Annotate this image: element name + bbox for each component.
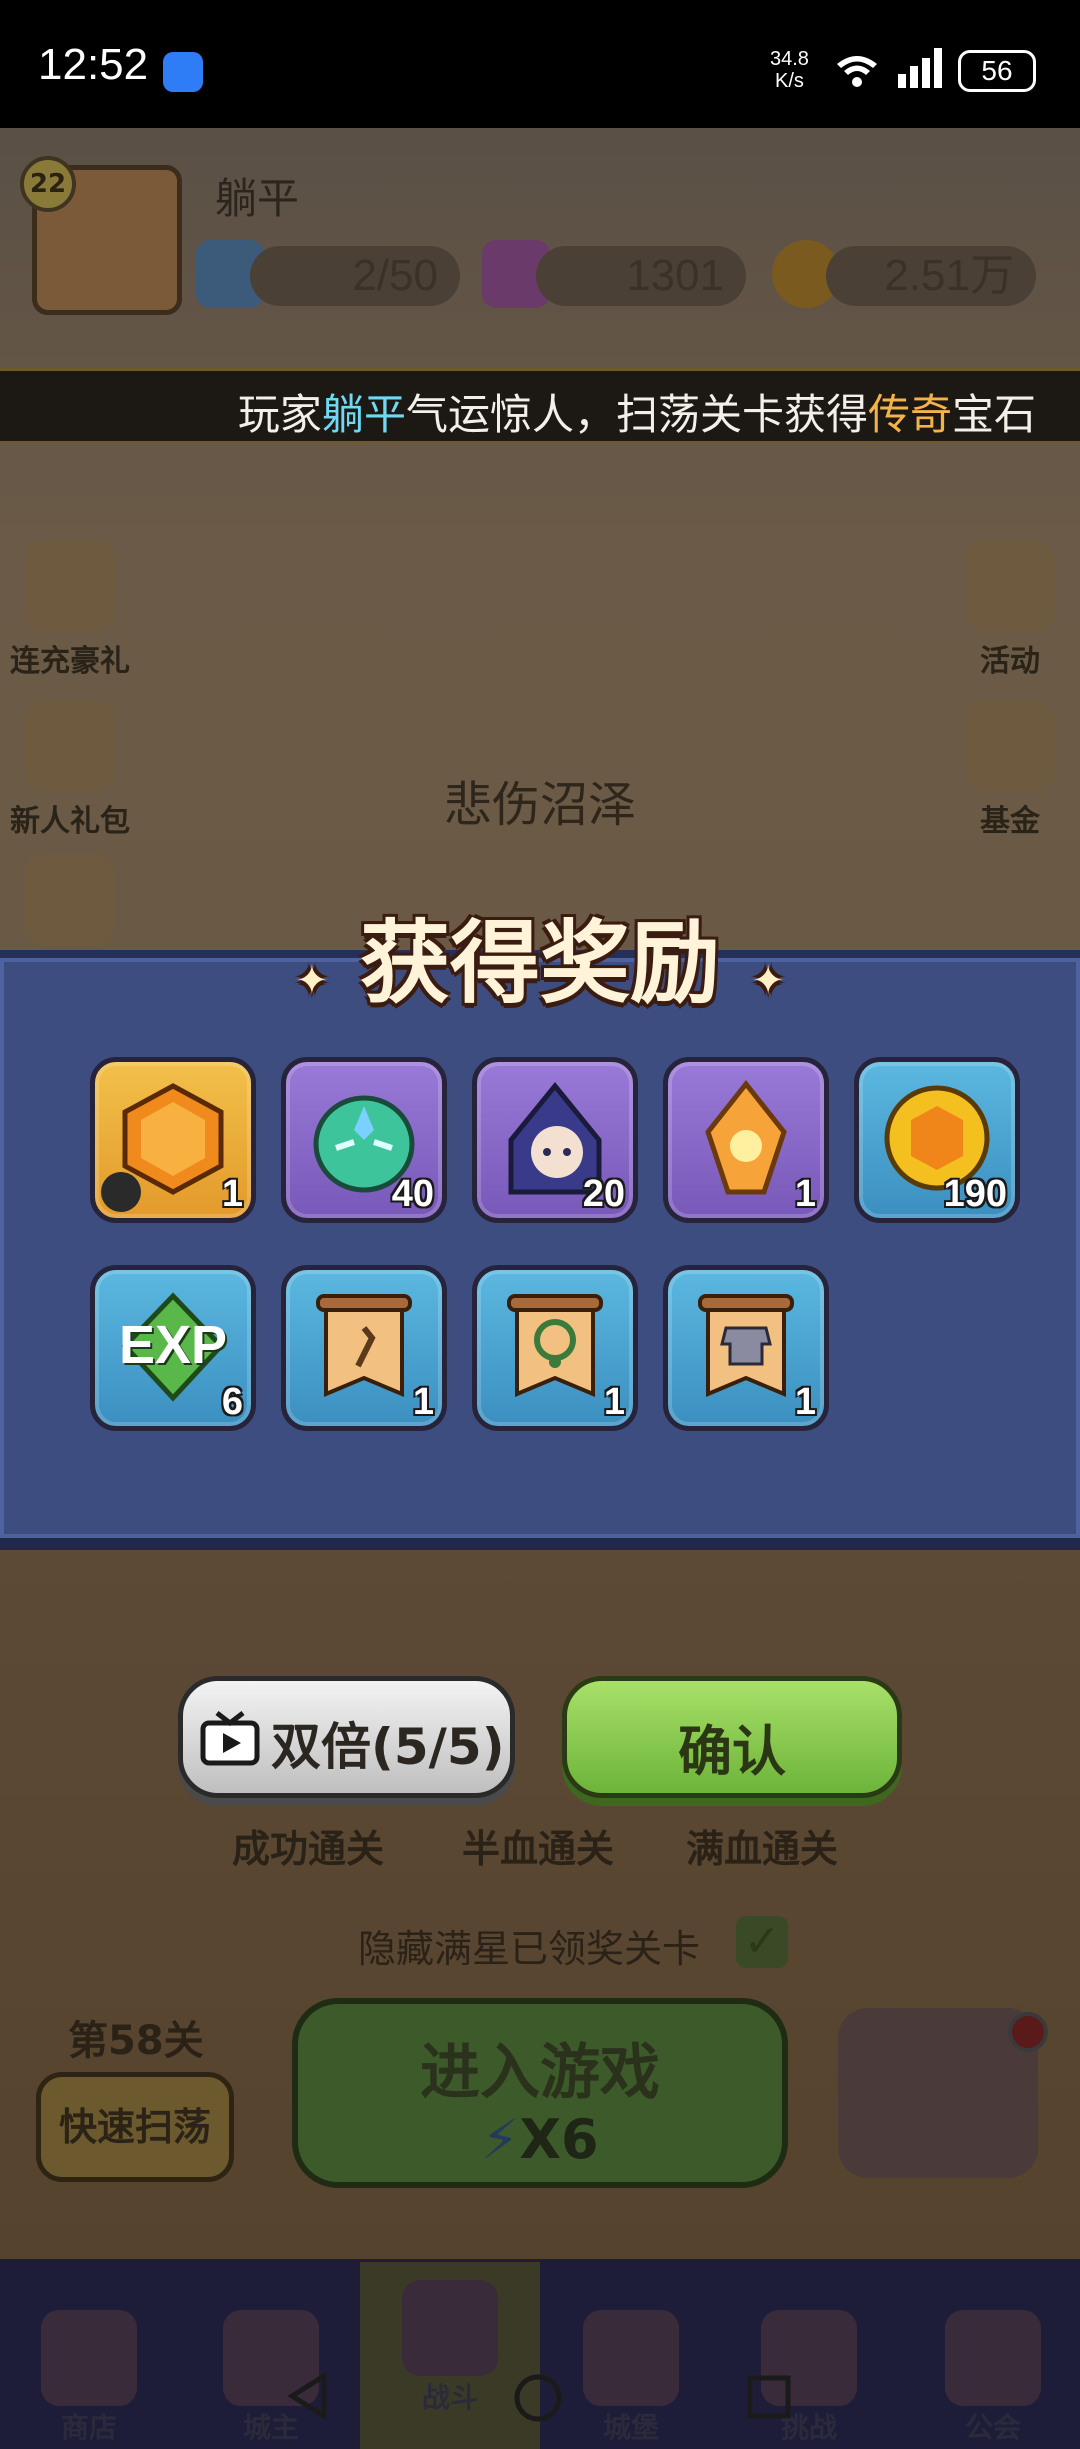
net-speed: 34.8 K/s bbox=[770, 48, 809, 92]
broadcast-text: 玩家躺平气运惊人，扫荡关卡获得传奇宝石 bbox=[238, 381, 1036, 442]
broadcast-prefix: 玩家 bbox=[237, 390, 322, 439]
side-recharge-gift[interactable]: 连充豪礼 bbox=[10, 540, 130, 680]
sparkle-icon: ✦ bbox=[751, 958, 785, 1004]
item-count: 20 bbox=[582, 1173, 625, 1215]
player-name: 躺平 bbox=[215, 174, 300, 223]
back-icon[interactable] bbox=[286, 2372, 330, 2420]
necklace-scroll-icon bbox=[507, 1294, 603, 1398]
area-name: 悲伤沼泽 bbox=[443, 777, 636, 833]
hide-claimed-checkbox[interactable]: ✓ bbox=[736, 1916, 788, 1968]
broadcast-rarity: 传奇 bbox=[867, 390, 952, 439]
message-icon bbox=[163, 52, 203, 92]
gift-icon bbox=[25, 540, 115, 630]
star-condition-full-hp: 满血通关 bbox=[686, 1827, 839, 1871]
reward-item-armor-scroll[interactable]: 1 bbox=[663, 1265, 829, 1431]
tv-icon bbox=[200, 1711, 260, 1766]
energy-value: 2/50 bbox=[250, 246, 460, 306]
enter-game-button[interactable]: 进入游戏 ⚡X6 bbox=[292, 1998, 788, 2188]
quick-sweep-button[interactable]: 快速扫荡 bbox=[36, 2072, 234, 2182]
status-bar: 12:52 34.8 K/s 56 bbox=[0, 0, 1080, 128]
clock: 12:52 bbox=[38, 40, 149, 89]
notification-dot-icon bbox=[1008, 2012, 1048, 2052]
net-speed-unit: K/s bbox=[775, 70, 804, 92]
reward-title: ✦ 获得奖励 ✦ bbox=[0, 890, 1080, 1020]
stage-number: 第58关 bbox=[68, 2018, 204, 2064]
item-count: 190 bbox=[943, 1173, 1007, 1215]
reward-item-mage-hero[interactable]: 20 bbox=[472, 1057, 638, 1223]
item-count: 6 bbox=[221, 1381, 243, 1423]
item-count: 1 bbox=[794, 1173, 816, 1215]
double-reward-label: 双倍(5/5) bbox=[271, 1718, 505, 1776]
side-activity[interactable]: 活动 bbox=[950, 540, 1070, 680]
weapon-scroll-icon bbox=[316, 1294, 412, 1398]
item-count: 1 bbox=[794, 1381, 816, 1423]
hide-claimed-label: 隐藏满星已领奖关卡 bbox=[358, 1927, 701, 1971]
armor-scroll-icon bbox=[698, 1294, 794, 1398]
reward-item-weapon-scroll[interactable]: 1 bbox=[281, 1265, 447, 1431]
confirm-button[interactable]: 确认 bbox=[562, 1676, 902, 1798]
double-reward-button[interactable]: 双倍(5/5) bbox=[178, 1676, 515, 1798]
item-count: 1 bbox=[412, 1381, 434, 1423]
energy-icon: ⚡ bbox=[481, 2108, 520, 2171]
recents-icon[interactable] bbox=[746, 2374, 792, 2420]
item-count: 1 bbox=[603, 1381, 625, 1423]
star-condition-half-hp: 半血通关 bbox=[462, 1827, 615, 1871]
exp-label: EXP bbox=[118, 1315, 228, 1375]
activity-icon bbox=[965, 540, 1055, 630]
reward-item-exp[interactable]: EXP 6 bbox=[90, 1265, 256, 1431]
enter-cost-value: X6 bbox=[519, 2108, 599, 2171]
item-count: 1 bbox=[221, 1173, 243, 1215]
reward-panel bbox=[0, 950, 1080, 1550]
enter-game-label: 进入游戏 bbox=[420, 2038, 660, 2108]
side-label: 连充豪礼 bbox=[10, 644, 130, 679]
system-nav-bar bbox=[0, 2360, 1080, 2449]
gem-value: 1301 bbox=[536, 246, 746, 306]
sparkle-icon: ✦ bbox=[295, 958, 329, 1004]
signal-icon bbox=[898, 48, 946, 88]
gold-value: 2.51万 bbox=[826, 246, 1036, 306]
broadcast-player: 躺平 bbox=[321, 390, 406, 439]
player-level-badge: 22 bbox=[20, 156, 76, 212]
broadcast-suffix: 宝石 bbox=[951, 390, 1036, 439]
reward-item-necklace-scroll[interactable]: 1 bbox=[472, 1265, 638, 1431]
item-count: 40 bbox=[391, 1173, 434, 1215]
battery-icon: 56 bbox=[958, 50, 1036, 92]
reward-title-text: 获得奖励 bbox=[360, 911, 720, 1016]
reward-item-fire-crystal[interactable]: 1 bbox=[663, 1057, 829, 1223]
confirm-label: 确认 bbox=[678, 1720, 786, 1783]
net-speed-value: 34.8 bbox=[770, 48, 809, 70]
star-condition-success: 成功通关 bbox=[232, 1827, 385, 1871]
reward-item-orange-gem[interactable]: 1 bbox=[90, 1057, 256, 1223]
broadcast-middle: 气运惊人，扫荡关卡获得 bbox=[405, 390, 868, 439]
enter-game-cost: ⚡X6 bbox=[298, 2108, 782, 2171]
home-icon[interactable] bbox=[512, 2372, 564, 2424]
wifi-icon bbox=[835, 52, 879, 97]
reward-item-green-hero[interactable]: 40 bbox=[281, 1057, 447, 1223]
armor-badge-icon bbox=[101, 1172, 141, 1212]
broadcast-banner: 玩家躺平气运惊人，扫荡关卡获得传奇宝石 bbox=[0, 368, 1080, 444]
reward-item-gold-coin[interactable]: 190 bbox=[854, 1057, 1020, 1223]
side-label: 活动 bbox=[980, 644, 1040, 679]
fire-crystal-icon bbox=[705, 1080, 787, 1195]
